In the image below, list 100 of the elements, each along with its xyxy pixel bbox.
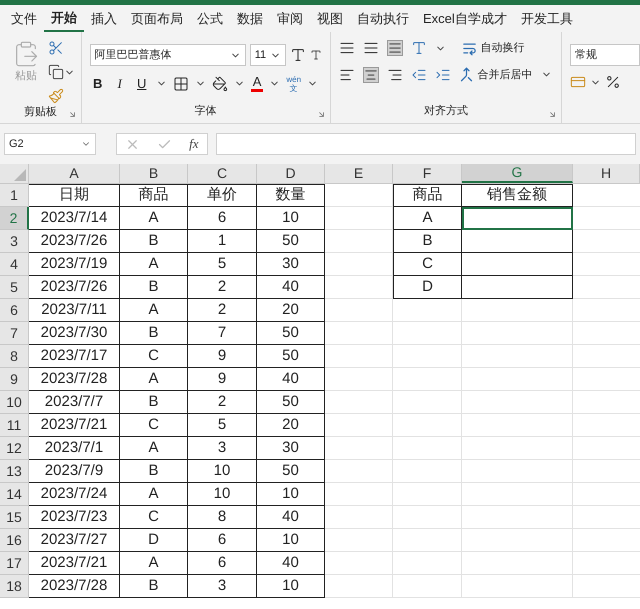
table-cell[interactable]: A bbox=[393, 207, 462, 230]
ribbon-tab[interactable]: 公式 bbox=[190, 5, 230, 32]
ribbon-tab[interactable]: Excel自学成才 bbox=[416, 5, 514, 32]
font-size-dropdown[interactable]: 11 bbox=[250, 44, 286, 66]
row-header[interactable]: 3 bbox=[0, 230, 29, 253]
font-color-button[interactable]: A bbox=[250, 75, 264, 92]
empty-cell[interactable] bbox=[393, 322, 462, 345]
empty-cell[interactable] bbox=[325, 414, 393, 437]
column-header[interactable]: B bbox=[120, 164, 188, 183]
row-header[interactable]: 9 bbox=[0, 368, 29, 391]
empty-cell[interactable] bbox=[325, 391, 393, 414]
ribbon-tab[interactable]: 视图 bbox=[310, 5, 350, 32]
table-cell[interactable]: 销售金额 bbox=[462, 184, 573, 207]
empty-cell[interactable] bbox=[462, 414, 573, 437]
ribbon-tab[interactable]: 文件 bbox=[4, 5, 44, 32]
row-header[interactable]: 8 bbox=[0, 345, 29, 368]
empty-cell[interactable] bbox=[462, 322, 573, 345]
column-header[interactable]: G bbox=[462, 164, 573, 183]
ribbon-tab[interactable]: 审阅 bbox=[270, 5, 310, 32]
empty-cell[interactable] bbox=[393, 529, 462, 552]
empty-cell[interactable] bbox=[393, 391, 462, 414]
ribbon-tab[interactable]: 数据 bbox=[230, 5, 270, 32]
row-header[interactable]: 14 bbox=[0, 483, 29, 506]
row-header[interactable]: 10 bbox=[0, 391, 29, 414]
merge-icon[interactable] bbox=[458, 67, 474, 82]
formula-input-field[interactable] bbox=[216, 133, 636, 155]
dialog-launcher-icon[interactable] bbox=[68, 110, 77, 119]
wrap-text-button[interactable]: 自动换行 bbox=[462, 40, 525, 56]
empty-cell[interactable] bbox=[325, 276, 393, 299]
empty-cell[interactable] bbox=[393, 483, 462, 506]
empty-cell[interactable] bbox=[393, 437, 462, 460]
column-header[interactable]: E bbox=[325, 164, 393, 183]
table-cell[interactable] bbox=[462, 207, 573, 230]
column-header[interactable]: C bbox=[188, 164, 257, 183]
insert-function-button[interactable]: fx bbox=[189, 134, 199, 154]
align-center-icon[interactable] bbox=[362, 66, 379, 83]
underline-button[interactable]: U bbox=[134, 74, 150, 94]
empty-cell[interactable] bbox=[393, 552, 462, 575]
percent-icon[interactable] bbox=[605, 74, 621, 90]
empty-cell[interactable] bbox=[325, 368, 393, 391]
row-header[interactable]: 5 bbox=[0, 276, 29, 299]
empty-cell[interactable] bbox=[462, 391, 573, 414]
empty-cell[interactable] bbox=[325, 506, 393, 529]
empty-cell[interactable] bbox=[325, 322, 393, 345]
increase-font-icon[interactable] bbox=[290, 47, 306, 63]
row-header[interactable]: 2 bbox=[0, 207, 29, 230]
copy-icon[interactable] bbox=[48, 64, 64, 80]
empty-cell[interactable] bbox=[325, 483, 393, 506]
format-painter-icon[interactable] bbox=[48, 88, 64, 104]
font-name-dropdown[interactable]: 阿里巴巴普惠体 bbox=[90, 44, 246, 66]
empty-cell[interactable] bbox=[462, 299, 573, 322]
table-cell[interactable]: C bbox=[393, 253, 462, 276]
row-header[interactable]: 7 bbox=[0, 322, 29, 345]
wrap-text-icon[interactable] bbox=[462, 40, 477, 56]
ribbon-tab[interactable]: 开发工具 bbox=[514, 5, 580, 32]
empty-cell[interactable] bbox=[325, 253, 393, 276]
row-header[interactable]: 1 bbox=[0, 184, 29, 207]
row-header[interactable]: 6 bbox=[0, 299, 29, 322]
align-bottom-icon[interactable] bbox=[386, 40, 403, 56]
empty-cell[interactable] bbox=[462, 552, 573, 575]
merge-center-button[interactable]: 合并后居中 bbox=[458, 66, 533, 83]
empty-cell[interactable] bbox=[462, 506, 573, 529]
row-header[interactable]: 18 bbox=[0, 575, 29, 598]
dialog-launcher-icon[interactable] bbox=[316, 110, 326, 119]
empty-cell[interactable] bbox=[325, 437, 393, 460]
empty-cell[interactable] bbox=[325, 207, 393, 230]
empty-cell[interactable] bbox=[393, 575, 462, 598]
ribbon-tab[interactable]: 插入 bbox=[84, 5, 124, 32]
empty-cell[interactable] bbox=[325, 230, 393, 253]
table-cell[interactable]: 商品 bbox=[393, 184, 462, 207]
empty-cell[interactable] bbox=[393, 299, 462, 322]
table-cell[interactable] bbox=[462, 230, 573, 253]
table-cell[interactable] bbox=[462, 253, 573, 276]
empty-cell[interactable] bbox=[393, 414, 462, 437]
empty-cell[interactable] bbox=[462, 460, 573, 483]
empty-cell[interactable] bbox=[325, 552, 393, 575]
column-header[interactable]: A bbox=[29, 164, 120, 183]
dialog-launcher-icon[interactable] bbox=[548, 110, 557, 119]
row-header[interactable]: 4 bbox=[0, 253, 29, 276]
empty-cell[interactable] bbox=[325, 345, 393, 368]
fill-color-icon[interactable] bbox=[212, 76, 228, 92]
row-header[interactable]: 13 bbox=[0, 460, 29, 483]
empty-cell[interactable] bbox=[462, 345, 573, 368]
row-header[interactable]: 17 bbox=[0, 552, 29, 575]
ribbon-tab[interactable]: 页面布局 bbox=[124, 5, 190, 32]
empty-cell[interactable] bbox=[393, 345, 462, 368]
cut-icon[interactable] bbox=[48, 40, 64, 56]
table-cell[interactable]: B bbox=[393, 230, 462, 253]
empty-cell[interactable] bbox=[393, 506, 462, 529]
row-header[interactable]: 12 bbox=[0, 437, 29, 460]
empty-cell[interactable] bbox=[325, 460, 393, 483]
empty-cell[interactable] bbox=[393, 460, 462, 483]
empty-cell[interactable] bbox=[462, 368, 573, 391]
table-cell[interactable]: D bbox=[393, 276, 462, 299]
row-header[interactable]: 16 bbox=[0, 529, 29, 552]
empty-cell[interactable] bbox=[462, 575, 573, 598]
italic-button[interactable]: I bbox=[112, 74, 128, 94]
empty-cell[interactable] bbox=[462, 483, 573, 506]
empty-cell[interactable] bbox=[325, 575, 393, 598]
number-format-dropdown[interactable]: 常规 bbox=[570, 44, 640, 66]
